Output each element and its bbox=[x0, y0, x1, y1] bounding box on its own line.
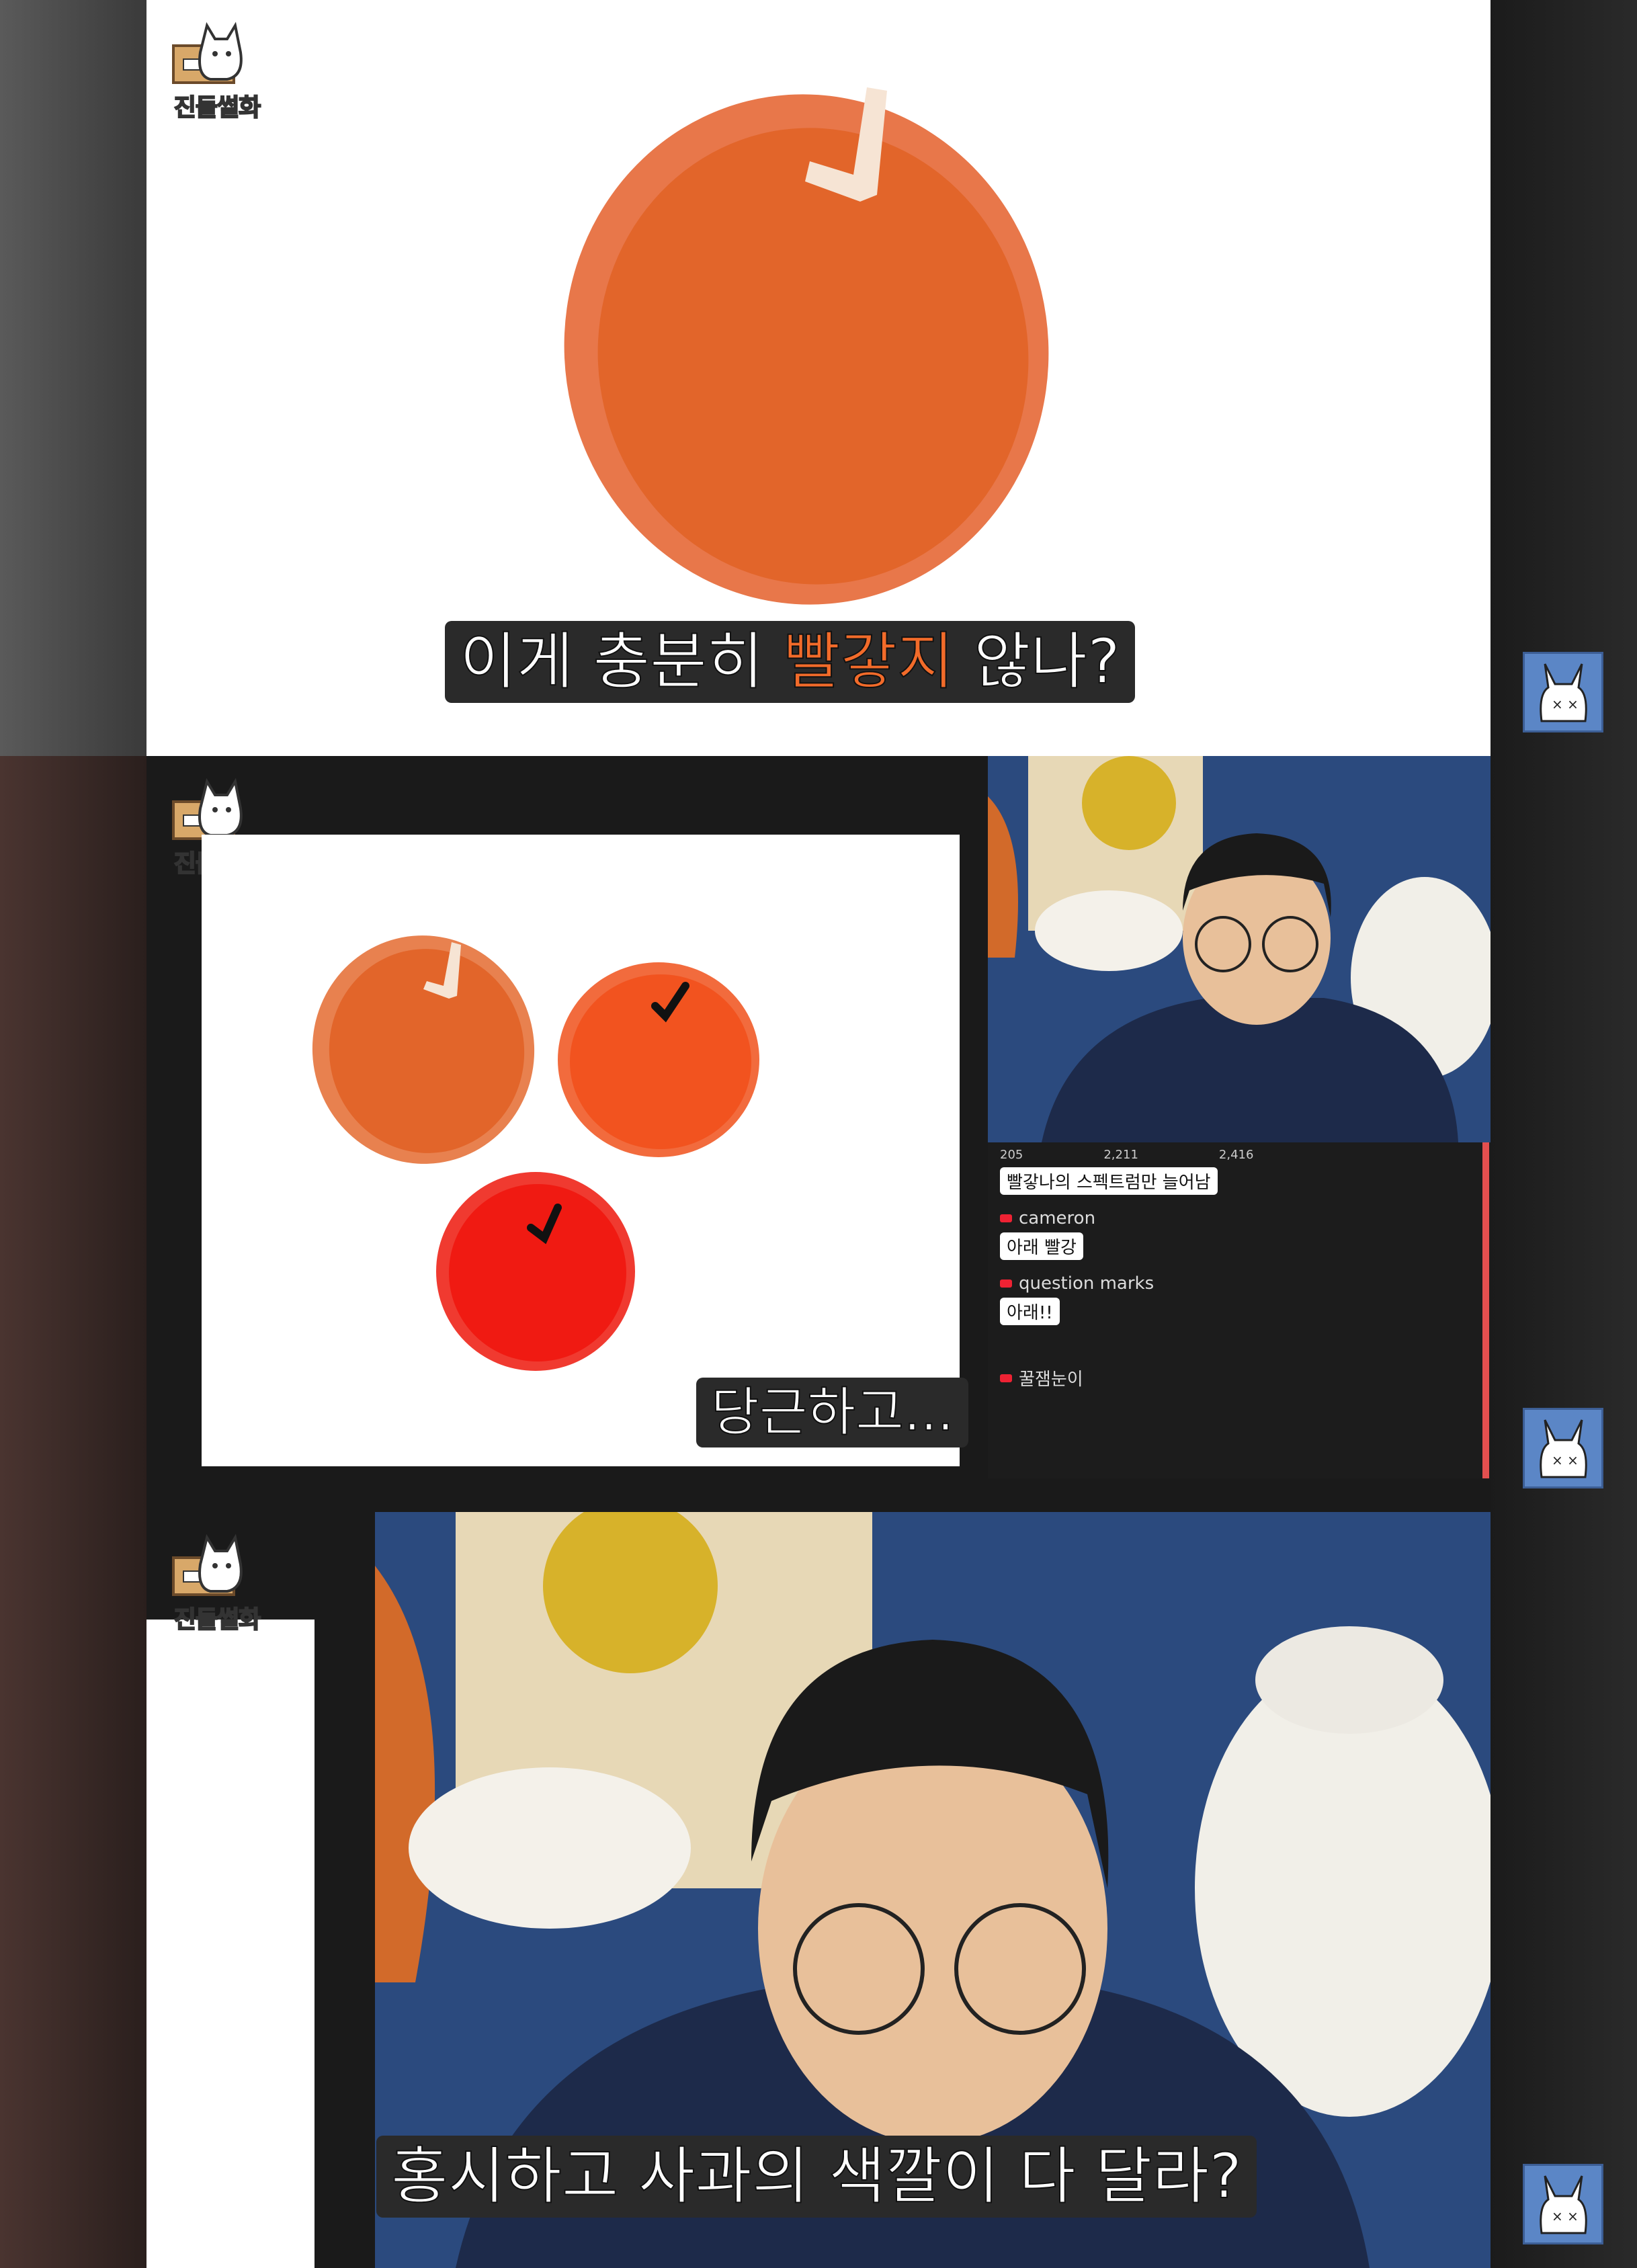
three-fruits-drawing bbox=[312, 935, 759, 1371]
chat-message: 아래 빨강 bbox=[1000, 1232, 1083, 1260]
cat-mascot-icon bbox=[172, 22, 243, 84]
bunny-icon: × × bbox=[1540, 1419, 1587, 1478]
right-blur-bar bbox=[1491, 1512, 1637, 2268]
subtitle-bar: 이게 충분히 빨갛지 않나? bbox=[445, 621, 1135, 703]
chat-username: 꿀잼눈이 bbox=[1019, 1370, 1083, 1390]
bunny-avatar: × × bbox=[1523, 1408, 1603, 1488]
left-blur-bar bbox=[0, 0, 146, 756]
left-blur-bar bbox=[0, 1512, 146, 2268]
right-blur-bar bbox=[1491, 756, 1637, 1512]
canvas-edge bbox=[146, 1620, 314, 2268]
channel-logo: 진돌썰화 bbox=[160, 12, 274, 123]
youtube-icon bbox=[1000, 1279, 1012, 1288]
panel-drawing-compare: 진돌썰화 당근하고... bbox=[0, 756, 1637, 1512]
right-blur-bar bbox=[1491, 0, 1637, 756]
svg-text:× ×: × × bbox=[1552, 2208, 1579, 2224]
streamer-webcam-image bbox=[988, 756, 1491, 1142]
youtube-icon bbox=[1000, 1374, 1012, 1382]
stat-views: 2,211 bbox=[1103, 1148, 1138, 1162]
chat-scrollbar[interactable] bbox=[1482, 1142, 1489, 1478]
bunny-icon: × × bbox=[1540, 663, 1587, 722]
panel-webcam-closeup: 진돌썰화 홍시하고 사과의 색깔이 다 달라? × × bbox=[0, 1512, 1637, 2268]
chat-message: 아래!! bbox=[1000, 1298, 1060, 1325]
chat-user-row: cameron bbox=[1000, 1208, 1491, 1228]
panel-drawing-single: 진돌썰화 이게 충분히 빨갛지 않나? × × bbox=[0, 0, 1637, 756]
youtube-icon bbox=[1000, 1214, 1012, 1222]
left-blur-bar bbox=[0, 756, 146, 1512]
stream-stats: 205 2,211 2,416 bbox=[988, 1142, 1491, 1167]
svg-text:× ×: × × bbox=[1552, 696, 1579, 712]
chat-username: question marks bbox=[1019, 1273, 1155, 1294]
drawing-canvas: 당근하고... bbox=[202, 835, 969, 1466]
subtitle-bar: 홍시하고 사과의 색깔이 다 달라? bbox=[376, 2136, 1257, 2218]
bunny-icon: × × bbox=[1540, 2175, 1587, 2234]
channel-logo: 진돌썰화 bbox=[160, 1524, 274, 1635]
cat-mascot-icon bbox=[172, 1534, 243, 1596]
stat-viewers: 2,416 bbox=[1218, 1148, 1254, 1162]
bunny-avatar: × × bbox=[1523, 2164, 1603, 2244]
chat-user-row: 꿀잼눈이 bbox=[1000, 1366, 1491, 1390]
webcam-feed bbox=[988, 756, 1491, 1142]
carrot-drawing bbox=[564, 87, 1049, 605]
chat-message: 빨갛나의 스펙트럼만 늘어남 bbox=[1000, 1167, 1218, 1195]
stat-likes: 205 bbox=[1000, 1148, 1023, 1162]
logo-text: 진돌썰화 bbox=[173, 1605, 262, 1634]
chat-username: cameron bbox=[1019, 1208, 1096, 1228]
drawing-caption: 당근하고... bbox=[696, 1378, 969, 1447]
live-chat-panel: 205 2,211 2,416 빨갛나의 스펙트럼만 늘어남 cameron 아… bbox=[988, 1142, 1491, 1478]
chat-user-row: question marks bbox=[1000, 1273, 1491, 1294]
logo-text: 진돌썰화 bbox=[173, 93, 262, 122]
svg-text:× ×: × × bbox=[1552, 1452, 1579, 1468]
bunny-avatar: × × bbox=[1523, 652, 1603, 732]
